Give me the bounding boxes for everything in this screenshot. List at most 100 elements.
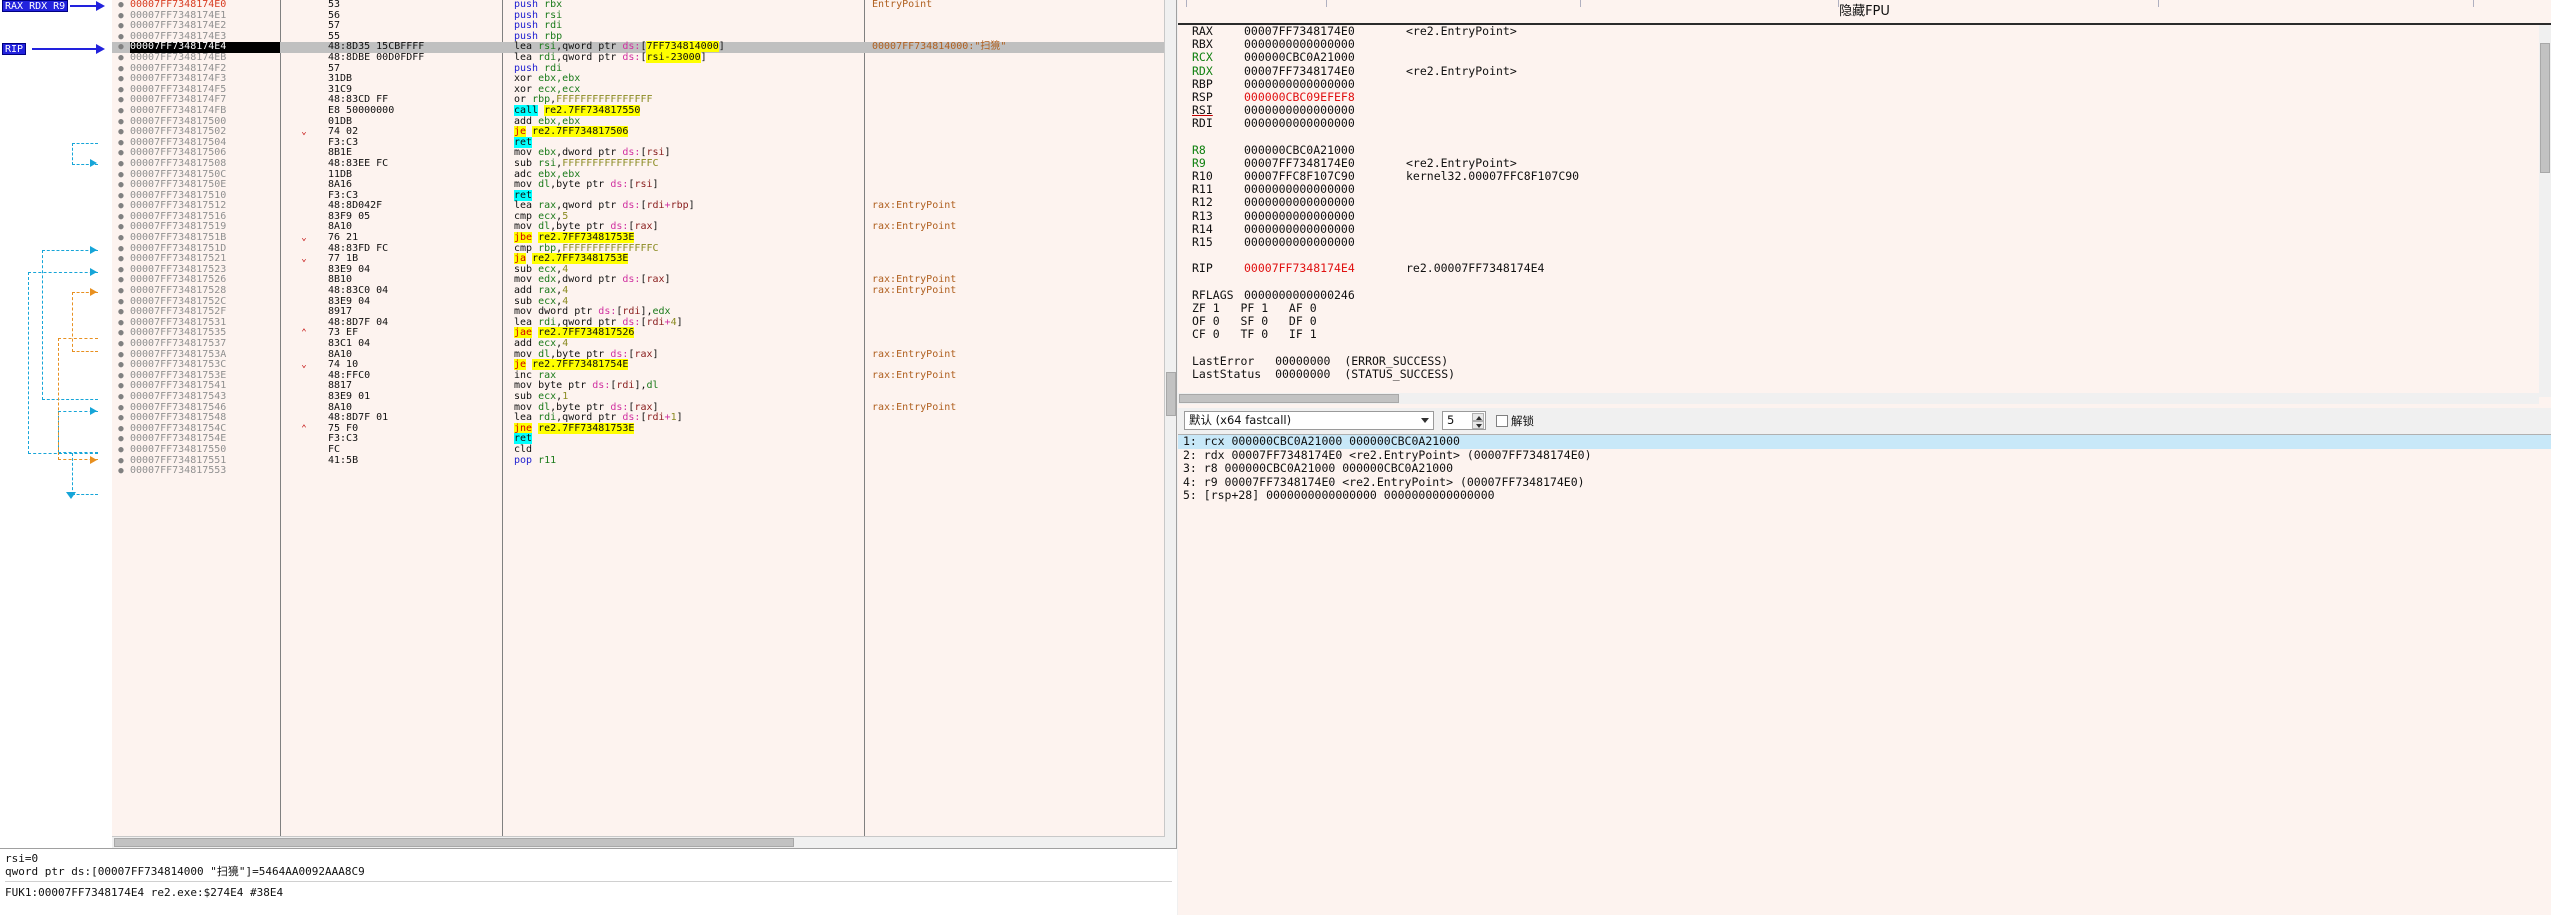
disassembly-horizontal-scroll-thumb[interactable] bbox=[114, 838, 794, 847]
breakpoint-dot-icon[interactable]: ● bbox=[112, 244, 130, 255]
register-row[interactable]: R9 00007FF7348174E0 <re2.EntryPoint> bbox=[1178, 156, 2551, 170]
disassembly-row[interactable]: ● 00007FF7348174EB 48:8DBE 00D0FDFF lea rdi… bbox=[112, 51, 1176, 64]
disassembly-row[interactable]: ● 00007FF734817526 8B10 mov edx,dword ptr d… bbox=[112, 275, 1176, 286]
disassembly-row[interactable]: ● 00007FF7348174FB E8 50000000 call re2.7FF… bbox=[112, 104, 1176, 117]
register-row[interactable]: RAX 00007FF7348174E0 <re2.EntryPoint> bbox=[1178, 25, 2551, 38]
argument-count-stepper[interactable]: 5 bbox=[1442, 411, 1486, 430]
breakpoint-dot-icon[interactable]: ● bbox=[112, 159, 130, 170]
disassembly-row[interactable]: ● 00007FF734817550 FC cld bbox=[112, 444, 1176, 456]
breakpoint-dot-icon[interactable]: ● bbox=[112, 212, 130, 223]
disassembly-row[interactable]: ● 00007FF7348174F2 57 push rdi bbox=[112, 63, 1176, 75]
breakpoint-dot-icon[interactable]: ● bbox=[112, 307, 130, 318]
breakpoint-dot-icon[interactable]: ● bbox=[112, 11, 130, 22]
register-row[interactable]: R14 0000000000000000 bbox=[1178, 222, 2551, 236]
disassembly-row[interactable]: ● 00007FF734817531 48:8D7F 04 lea rdi,qword… bbox=[112, 317, 1176, 329]
breakpoint-dot-icon[interactable]: ● bbox=[112, 434, 130, 445]
breakpoint-dot-icon[interactable]: ● bbox=[112, 413, 130, 424]
register-row[interactable]: RFLAGS 0000000000000246 bbox=[1178, 288, 2551, 302]
breakpoint-dot-icon[interactable]: ● bbox=[112, 360, 130, 371]
breakpoint-dot-icon[interactable]: ● bbox=[112, 117, 130, 128]
breakpoint-dot-icon[interactable]: ● bbox=[112, 222, 130, 233]
disassembly-row[interactable]: ● 00007FF7348174F7 48:83CD FF or rbp,FFFFFF… bbox=[112, 95, 1176, 106]
disassembly-row[interactable]: ● 00007FF73481754C ⌃ 75 F0 jne re2.7FF734817… bbox=[112, 422, 1176, 435]
argument-row[interactable]: 3: r8 000000CBC0A21000 000000CBC0A21000 bbox=[1178, 461, 2551, 476]
breakpoint-dot-icon[interactable]: ● bbox=[112, 180, 130, 191]
register-row[interactable]: R12 0000000000000000 bbox=[1178, 196, 2551, 209]
breakpoint-dot-icon[interactable]: ● bbox=[112, 350, 130, 361]
disassembly-row[interactable]: ● 00007FF734817535 ⌃ 73 EF jae re2.7FF734817… bbox=[112, 327, 1176, 339]
disassembly-horizontal-scrollbar[interactable] bbox=[112, 836, 1165, 848]
register-value[interactable]: 0000000000000000 bbox=[1244, 196, 1355, 209]
arguments-pane[interactable]: 1: rcx 000000CBC0A21000 000000CBC0A21000… bbox=[1178, 434, 2551, 915]
registers-vertical-scrollbar[interactable] bbox=[2539, 25, 2551, 397]
breakpoint-dot-icon[interactable]: ● bbox=[112, 392, 130, 403]
disassembly-vertical-scrollbar[interactable] bbox=[1164, 0, 1176, 848]
breakpoint-dot-icon[interactable]: ● bbox=[112, 64, 130, 75]
registers-body[interactable]: RAX 00007FF7348174E0 <re2.EntryPoint> RBX 00… bbox=[1178, 25, 2551, 397]
register-value[interactable]: 00007FF7348174E4 bbox=[1244, 262, 1355, 275]
breakpoint-dot-icon[interactable]: ● bbox=[112, 127, 130, 138]
disassembly-row[interactable]: ● 00007FF7348174F3 31DB xor ebx,ebx bbox=[112, 73, 1176, 85]
register-row[interactable]: RBP 0000000000000000 bbox=[1178, 77, 2551, 91]
registers-horizontal-scroll-thumb[interactable] bbox=[1179, 394, 1399, 403]
disassembly-row[interactable]: ● 00007FF734817519 8A10 mov dl,byte ptr ds:… bbox=[112, 222, 1176, 233]
breakpoint-dot-icon[interactable]: ● bbox=[112, 106, 130, 117]
breakpoint-dot-icon[interactable]: ● bbox=[112, 21, 130, 32]
disassembly-row[interactable]: ● 00007FF73481753A 8A10 mov dl,byte ptr ds:… bbox=[112, 349, 1176, 361]
register-value[interactable]: 00007FF7348174E0 bbox=[1244, 64, 1355, 78]
register-row[interactable]: R15 0000000000000000 bbox=[1178, 235, 2551, 249]
register-row[interactable]: R13 0000000000000000 bbox=[1178, 209, 2551, 223]
disassembly-row[interactable]: ● 00007FF734817548 48:8D7F 01 lea rdi,qword… bbox=[112, 412, 1176, 424]
registers-window[interactable]: 隐藏FPU RAX 00007FF7348174E0 <re2.EntryPoint… bbox=[1178, 0, 2551, 915]
breakpoint-dot-icon[interactable]: ● bbox=[112, 445, 130, 456]
breakpoint-dot-icon[interactable]: ● bbox=[112, 32, 130, 43]
disassembly-row[interactable]: ● 00007FF734817553 bbox=[112, 466, 1176, 477]
checkbox-icon[interactable] bbox=[1496, 415, 1508, 427]
breakpoint-dot-icon[interactable]: ● bbox=[112, 466, 130, 477]
argument-row[interactable]: 1: rcx 000000CBC0A21000 000000CBC0A21000 bbox=[1178, 435, 2551, 449]
register-row[interactable]: RSP 000000CBC09EFEF8 bbox=[1178, 90, 2551, 104]
calling-convention-select[interactable]: 默认 (x64 fastcall) bbox=[1184, 411, 1434, 430]
breakpoint-dot-icon[interactable]: ● bbox=[112, 381, 130, 392]
disassembly-row[interactable]: ● 00007FF73481754E F3:C3 ret bbox=[112, 433, 1176, 445]
breakpoint-dot-icon[interactable]: ● bbox=[112, 148, 130, 159]
register-row[interactable]: R8 000000CBC0A21000 bbox=[1178, 143, 2551, 157]
breakpoint-dot-icon[interactable]: ● bbox=[112, 297, 130, 308]
disassembly-vertical-scroll-thumb[interactable] bbox=[1166, 372, 1176, 416]
breakpoint-dot-icon[interactable]: ● bbox=[112, 53, 130, 64]
breakpoint-dot-icon[interactable]: ● bbox=[112, 85, 130, 96]
stepper-down-button[interactable] bbox=[1472, 421, 1484, 429]
register-row[interactable]: RBX 0000000000000000 bbox=[1178, 37, 2551, 51]
disassembly-row[interactable]: ● 00007FF7348174E2 57 push rdi bbox=[112, 20, 1176, 32]
unlock-checkbox[interactable]: 解锁 bbox=[1496, 413, 1534, 429]
breakpoint-dot-icon[interactable]: ● bbox=[112, 74, 130, 85]
stepper-up-button[interactable] bbox=[1472, 413, 1484, 421]
registers-vertical-scroll-thumb[interactable] bbox=[2540, 43, 2550, 173]
disassembly-row[interactable]: ● 00007FF734817521 ⌄ 77 1B ja re2.7FF7348175… bbox=[112, 253, 1176, 265]
disassembly-row[interactable]: ● 00007FF734817551 41:5B pop r11 bbox=[112, 455, 1176, 467]
breakpoint-dot-icon[interactable]: ● bbox=[112, 201, 130, 212]
disassembly-row[interactable]: ● 00007FF734817512 48:8D042F lea rax,qword … bbox=[112, 200, 1176, 212]
breakpoint-dot-icon[interactable]: ● bbox=[112, 138, 130, 149]
disassembly-row[interactable]: ● 00007FF73481750E 8A16 mov dl,byte ptr ds:… bbox=[112, 179, 1176, 191]
breakpoint-dot-icon[interactable]: ● bbox=[112, 275, 130, 286]
breakpoint-dot-icon[interactable]: ● bbox=[112, 170, 130, 181]
register-row[interactable]: RCX 000000CBC0A21000 bbox=[1178, 51, 2551, 64]
disassembly-row[interactable]: ● 00007FF73481751D 48:83FD FC cmp rbp,FFFFF… bbox=[112, 243, 1176, 255]
registers-panel-title[interactable]: 隐藏FPU bbox=[1178, 0, 2551, 24]
disassembly-row[interactable]: ● 00007FF734817502 ⌄ 74 02 je re2.7FF7348175… bbox=[112, 126, 1176, 138]
breakpoint-dot-icon[interactable]: ● bbox=[112, 339, 130, 350]
breakpoint-dot-icon[interactable]: ● bbox=[112, 318, 130, 329]
register-row[interactable]: R10 00007FFC8F107C90 kernel32.00007FFC8F10… bbox=[1178, 169, 2551, 183]
disassembly-row[interactable]: ● 00007FF734817528 48:83C0 04 add rax,4 rax:… bbox=[112, 285, 1176, 297]
argument-row[interactable]: 4: r9 00007FF7348174E0 <re2.EntryPoint> … bbox=[1178, 475, 2551, 490]
registers-horizontal-scrollbar[interactable] bbox=[1178, 393, 2539, 404]
register-row[interactable]: R11 0000000000000000 bbox=[1178, 183, 2551, 196]
register-value[interactable]: 000000CBC0A21000 bbox=[1244, 51, 1355, 64]
register-value[interactable]: 0000000000000246 bbox=[1244, 288, 1355, 302]
disassembly-row[interactable]: ● 00007FF7348174E1 56 push rsi bbox=[112, 10, 1176, 22]
disassembly-row[interactable]: ● 00007FF734817508 48:83EE FC sub rsi,FFFFF… bbox=[112, 158, 1176, 170]
breakpoint-dot-icon[interactable]: ● bbox=[112, 0, 130, 11]
disassembly-window[interactable]: RAX RDX R9 RIP ● 00007FF7348174E0 53 pus… bbox=[0, 0, 1177, 848]
breakpoint-dot-icon[interactable]: ● bbox=[112, 371, 130, 382]
